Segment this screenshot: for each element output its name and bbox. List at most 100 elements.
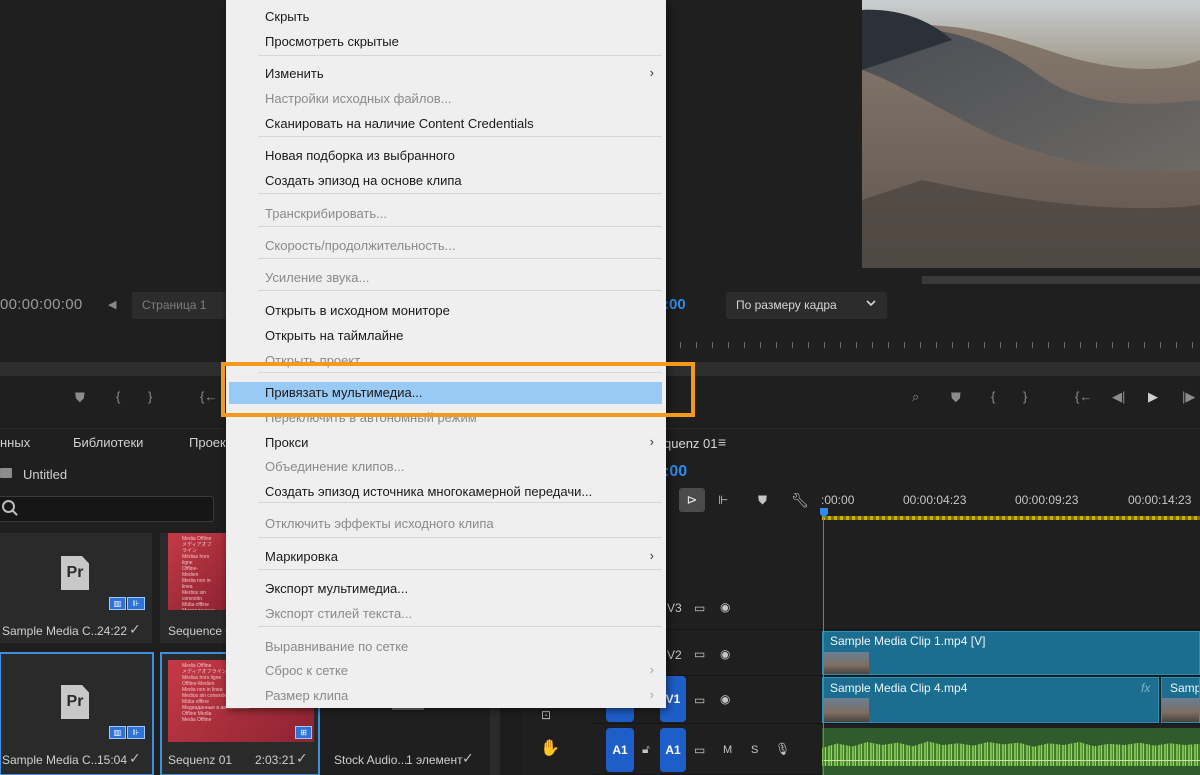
tab-libraries[interactable]: Библиотеки xyxy=(73,435,143,450)
project-search-input[interactable] xyxy=(0,496,214,522)
submenu-arrow-icon: › xyxy=(649,548,654,563)
program-scrollbar[interactable] xyxy=(922,276,1200,284)
item-duration: 24:22 xyxy=(97,624,128,638)
sync-lock-icon[interactable]: ▭ xyxy=(694,743,705,757)
track-v2-label[interactable]: V2 xyxy=(667,648,682,662)
film-toggle-icon[interactable]: ▭ xyxy=(694,601,705,615)
menu-item-make-sequence-from-clip[interactable]: Создать эпизод на основе клипа xyxy=(226,170,666,192)
audio-badge-icon: ⊪ xyxy=(127,597,145,610)
source-timecode[interactable]: 00:00:00:00 xyxy=(0,296,83,313)
linked-selection-icon[interactable]: ⊳ xyxy=(679,488,705,512)
menu-separator xyxy=(258,502,662,503)
clip-v1[interactable]: Sample Media Clip 4.mp4 fx xyxy=(822,677,1159,723)
menu-separator xyxy=(258,136,662,137)
step-back-icon[interactable]: ◀| xyxy=(1112,389,1125,405)
eye-icon[interactable]: ◉ xyxy=(720,692,730,706)
fx-badge[interactable]: fx xyxy=(1141,681,1150,695)
menu-item-speed-duration: Скорость/продолжительность... xyxy=(226,235,666,257)
hamburger-menu-icon[interactable]: ≡ xyxy=(718,434,726,450)
menu-item-merge-clips: Объединение клипов... xyxy=(226,456,666,478)
mark-in-icon[interactable]: { xyxy=(116,389,120,404)
clip-v2[interactable]: Sample Media Clip 1.mp4 [V] xyxy=(822,631,1200,675)
play-icon[interactable]: ▶ xyxy=(1148,389,1158,405)
work-area-bar[interactable] xyxy=(822,516,1200,520)
tab-project[interactable]: Проек xyxy=(189,435,226,450)
checkmark-icon: ✓ xyxy=(296,750,308,766)
tool-ripple-icon[interactable]: ⊡ xyxy=(541,708,551,722)
mute-button[interactable]: M xyxy=(723,744,732,756)
menu-item-scan-content-credentials[interactable]: Сканировать на наличие Content Credentia… xyxy=(226,113,666,135)
film-toggle-icon[interactable]: ▭ xyxy=(694,647,705,661)
timeline-tab[interactable]: quenz 01 xyxy=(664,436,718,451)
menu-item-label: Просмотреть скрытые xyxy=(265,34,399,49)
menu-item-clip-size: Размер клипа › xyxy=(226,685,666,707)
audio-badge-icon: ⊪ xyxy=(127,726,145,739)
menu-item-label[interactable]: Маркировка › xyxy=(226,546,666,568)
menu-item-hide[interactable]: Скрыть xyxy=(226,6,666,28)
thumb-line: Media non in linea xyxy=(182,578,211,590)
export-frame-icon[interactable]: ⌕ xyxy=(912,389,919,405)
audio-volume-line[interactable] xyxy=(822,760,1200,761)
menu-item-open-in-source-monitor[interactable]: Открыть в исходном мониторе xyxy=(226,300,666,322)
menu-item-modify[interactable]: Изменить › xyxy=(226,63,666,85)
checkmark-icon: ✓ xyxy=(462,750,474,766)
thumb-line: Media Offline xyxy=(182,717,212,723)
solo-button[interactable]: S xyxy=(751,744,758,756)
tab-media[interactable]: нных xyxy=(0,435,30,450)
menu-item-new-bin-from-selection[interactable]: Новая подборка из выбранного xyxy=(226,145,666,167)
menu-item-label: Сканировать на наличие Content Credentia… xyxy=(265,116,534,131)
menu-item-audio-gain: Усиление звука... xyxy=(226,267,666,289)
step-forward-icon[interactable]: |▶ xyxy=(1182,389,1195,405)
sequence-badge-icon: ⊞ xyxy=(295,726,312,739)
program-go-to-in-icon[interactable]: {← xyxy=(1075,389,1092,404)
page-prev-icon[interactable]: ◀ xyxy=(108,298,116,311)
eye-icon[interactable]: ◉ xyxy=(720,600,730,614)
track-a1-target[interactable]: A1 xyxy=(660,728,686,772)
track-v3-label[interactable]: V3 xyxy=(667,601,682,615)
program-time-ruler[interactable] xyxy=(664,330,1200,348)
thumb-line: Médias hors ligne xyxy=(182,554,210,566)
video-badge-icon: ▥ xyxy=(109,726,126,739)
program-timecode[interactable]: :00 xyxy=(664,296,686,313)
menu-item-source-settings: Настройки исходных файлов... xyxy=(226,88,666,110)
program-scrub-bar[interactable] xyxy=(660,362,1200,376)
menu-item-label: Выравнивание по сетке xyxy=(265,639,409,654)
item-label: Sequenz 01 xyxy=(168,753,233,767)
menu-item-label: Прокси xyxy=(265,435,309,450)
add-marker-timeline-icon[interactable]: ⊩ xyxy=(718,493,728,507)
menu-item-label: Новая подборка из выбранного xyxy=(265,148,455,163)
source-patch-a1[interactable]: A1 xyxy=(606,728,634,772)
eye-icon[interactable]: ◉ xyxy=(720,647,730,661)
menu-item-view-hidden[interactable]: Просмотреть скрытые xyxy=(226,31,666,53)
menu-separator xyxy=(258,290,662,291)
menu-item-proxy[interactable]: Прокси › xyxy=(226,432,666,454)
program-marker-icon[interactable]: ⛊ xyxy=(951,390,961,406)
menu-item-reset-to-grid: Сброс к сетке › xyxy=(226,660,666,682)
mark-out-icon[interactable]: } xyxy=(148,389,152,404)
program-mark-out-icon[interactable]: } xyxy=(1023,389,1027,404)
highlight-annotation-frame xyxy=(221,362,695,417)
menu-item-export-media[interactable]: Экспорт мультимедиа... xyxy=(226,578,666,600)
menu-item-label: Создать эпизод на основе клипа xyxy=(265,173,462,188)
program-mark-in-icon[interactable]: { xyxy=(991,389,995,404)
clip-v1-next[interactable]: Samp xyxy=(1161,677,1200,723)
menu-item-label: Настройки исходных файлов... xyxy=(265,91,452,106)
menu-item-open-in-timeline[interactable]: Открыть на таймлайне xyxy=(226,325,666,347)
menu-separator xyxy=(258,55,662,56)
timeline-marker-icon[interactable]: ⛊ xyxy=(758,493,767,508)
clip-thumbnail xyxy=(823,698,869,722)
menu-item-create-multicam-sequence[interactable]: Создать эпизод источника многокамерной п… xyxy=(226,481,666,503)
project-folder-icon xyxy=(0,468,12,478)
film-toggle-icon[interactable]: ▭ xyxy=(694,693,705,707)
chevron-down-icon xyxy=(865,297,877,312)
go-to-in-icon[interactable]: {← xyxy=(200,389,217,404)
microphone-icon[interactable]: 🎙︎ xyxy=(775,742,790,756)
lock-icon[interactable]: 🔓︎ xyxy=(642,742,650,757)
fit-zoom-dropdown[interactable]: По размеру кадра xyxy=(726,292,887,319)
wrench-icon[interactable]: 🔧︎ xyxy=(791,492,809,509)
source-page-selector[interactable]: Страница 1 xyxy=(132,292,232,319)
project-scrollbar[interactable] xyxy=(490,700,500,775)
marker-icon[interactable]: ⛊ xyxy=(75,390,85,406)
hand-tool-icon[interactable]: ✋ xyxy=(540,738,560,758)
timeline-timecode[interactable]: :00 xyxy=(664,463,687,481)
